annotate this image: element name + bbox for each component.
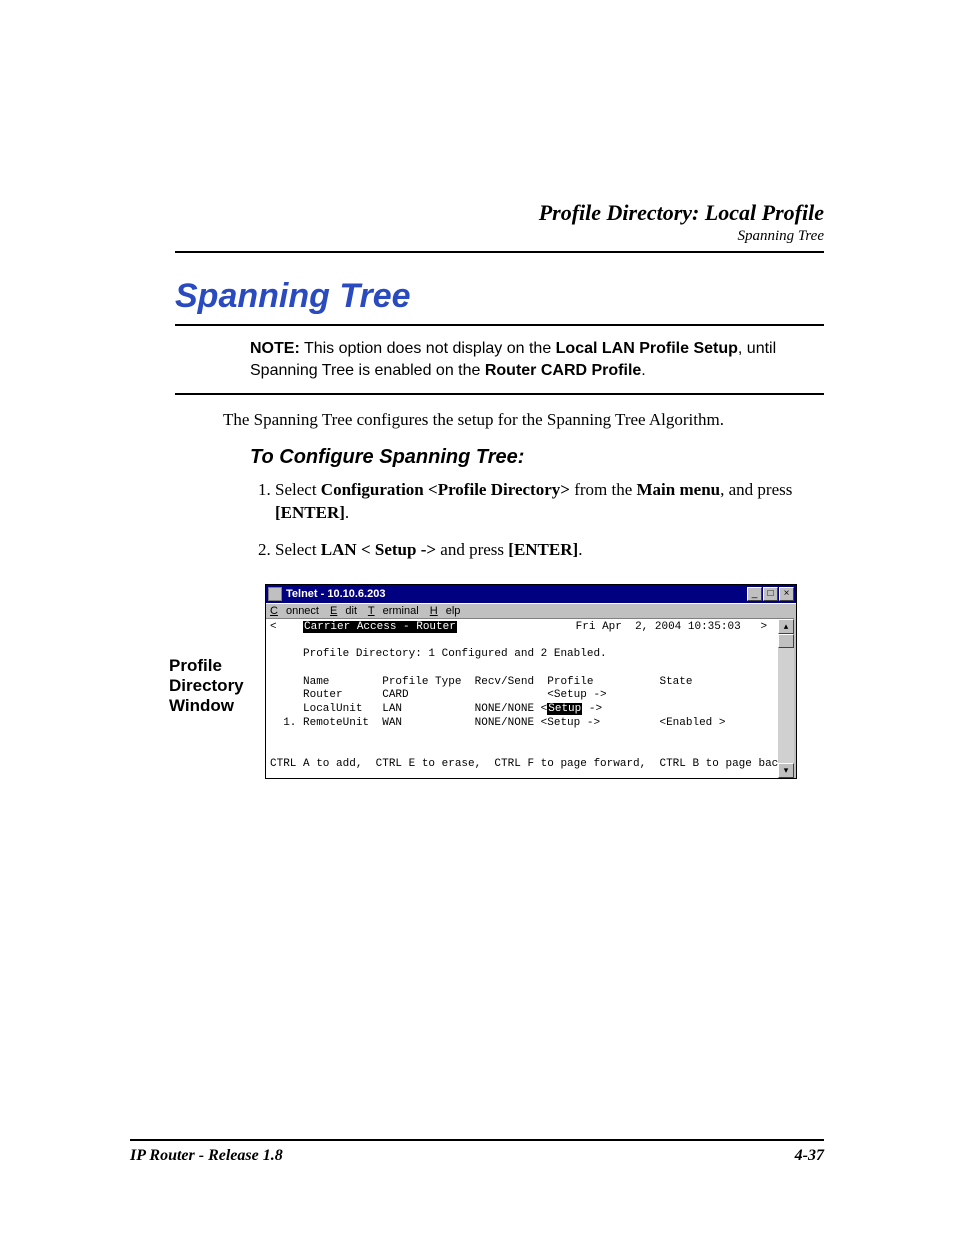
- scroll-track[interactable]: [778, 634, 794, 763]
- menu-terminal[interactable]: Terminal: [368, 605, 419, 617]
- title-rule-top: [175, 324, 824, 326]
- scroll-up-button[interactable]: ▴: [778, 619, 794, 634]
- procedure-steps: Select Configuration <Profile Directory>…: [275, 479, 824, 562]
- timestamp: Fri Apr 2, 2004 10:35:03: [457, 621, 741, 633]
- note-block: NOTE: This option does not display on th…: [250, 338, 824, 383]
- minimize-button[interactable]: _: [747, 587, 762, 601]
- note-bold-1: Local LAN Profile Setup: [556, 340, 738, 357]
- scroll-thumb[interactable]: [778, 634, 794, 648]
- note-label: NOTE:: [250, 340, 300, 357]
- menu-connect[interactable]: Connect: [270, 605, 319, 617]
- telnet-window: Telnet - 10.10.6.203 _ □ × Connect Edit …: [265, 584, 797, 779]
- page-footer: IP Router - Release 1.8 4-37: [130, 1139, 824, 1165]
- note-text-3: .: [641, 362, 645, 379]
- profile-directory-heading: Profile Directory: 1 Configured and 2 En…: [270, 648, 607, 660]
- footer-left: IP Router - Release 1.8: [130, 1147, 283, 1165]
- header-rule: [175, 251, 824, 253]
- step-2: Select LAN < Setup -> and press [ENTER].: [275, 539, 824, 562]
- procedure-heading: To Configure Spanning Tree:: [250, 446, 824, 469]
- vertical-scrollbar[interactable]: ▴ ▾: [778, 618, 794, 778]
- figure-caption: Profile Directory Window: [169, 656, 265, 717]
- page-header: Profile Directory: Local Profile Spannin…: [175, 200, 824, 245]
- terminal-output[interactable]: < Carrier Access - Router Fri Apr 2, 200…: [266, 618, 778, 778]
- row-localunit-setup[interactable]: Setup: [547, 703, 582, 715]
- menubar: Connect Edit Terminal Help: [266, 603, 796, 618]
- note-text-1: This option does not display on the: [304, 340, 556, 357]
- step-1: Select Configuration <Profile Directory>…: [275, 479, 824, 525]
- banner: Carrier Access - Router: [303, 621, 457, 633]
- intro-paragraph: The Spanning Tree configures the setup f…: [223, 409, 824, 432]
- menu-help[interactable]: Help: [430, 605, 461, 617]
- row-remoteunit: 1. RemoteUnit WAN NONE/NONE <Setup -> <E…: [270, 717, 725, 729]
- footer-rule: [130, 1139, 824, 1141]
- title-rule-bottom: [175, 393, 824, 395]
- section-title: Spanning Tree: [175, 277, 824, 316]
- close-button[interactable]: ×: [779, 587, 794, 601]
- window-title: Telnet - 10.10.6.203: [286, 588, 385, 600]
- footer-right: 4-37: [795, 1147, 824, 1165]
- header-subtitle: Spanning Tree: [175, 228, 824, 245]
- row-router: Router CARD <Setup ->: [270, 689, 607, 701]
- figure-area: Profile Directory Window Telnet - 10.10.…: [175, 584, 824, 779]
- maximize-button[interactable]: □: [763, 587, 778, 601]
- system-menu-icon[interactable]: [268, 587, 282, 601]
- menu-edit[interactable]: Edit: [330, 605, 357, 617]
- scroll-down-button[interactable]: ▾: [778, 763, 794, 778]
- note-bold-2: Router CARD Profile: [485, 362, 641, 379]
- key-hints: CTRL A to add, CTRL E to erase, CTRL F t…: [270, 758, 778, 770]
- header-title: Profile Directory: Local Profile: [175, 200, 824, 226]
- column-headers: Name Profile Type Recv/Send Profile Stat…: [270, 676, 692, 688]
- window-titlebar[interactable]: Telnet - 10.10.6.203 _ □ ×: [266, 585, 796, 603]
